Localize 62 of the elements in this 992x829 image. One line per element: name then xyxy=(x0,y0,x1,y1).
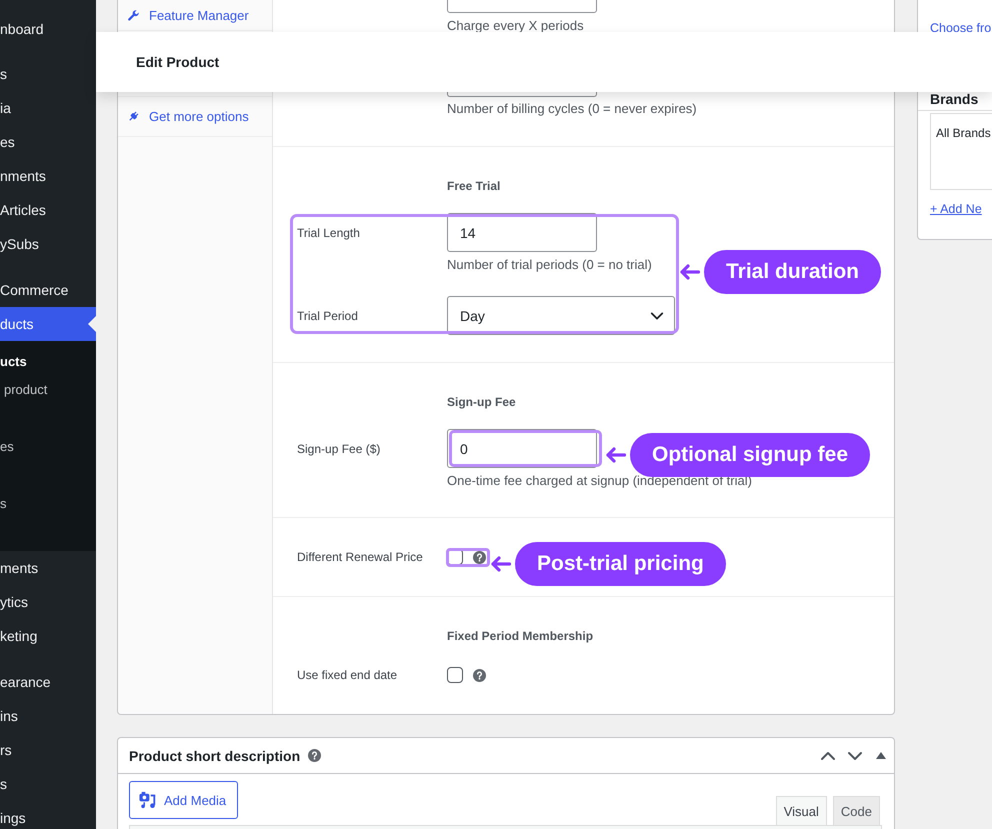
left-arrow-icon xyxy=(491,556,511,572)
callout-label: Post-trial pricing xyxy=(515,542,726,586)
triangle-up-icon[interactable] xyxy=(876,752,886,759)
submenu-item[interactable]: product xyxy=(0,376,96,404)
card-title: Product short description xyxy=(129,748,300,764)
help-icon xyxy=(308,749,322,762)
pointer-notch-icon xyxy=(88,316,96,332)
plug-icon xyxy=(128,111,139,122)
field-label: Different Renewal Price xyxy=(297,549,424,565)
field-label: Trial Period xyxy=(297,308,359,324)
submenu-item[interactable]: es xyxy=(0,433,96,461)
card-title: Brands xyxy=(930,91,978,107)
highlight-frame xyxy=(446,548,490,567)
menu-item[interactable]: ings xyxy=(0,801,96,829)
menu-item[interactable]: ins xyxy=(0,699,96,733)
menu-item[interactable]: nboard xyxy=(0,12,96,46)
help-icon xyxy=(473,550,486,564)
image-link[interactable]: Choose fro xyxy=(930,21,992,35)
field-label: Sign-up Fee ($) xyxy=(297,440,382,456)
menu-item[interactable]: ments xyxy=(0,551,96,585)
help-icon xyxy=(473,668,486,682)
help-text: Number of trial periods (0 = no trial) xyxy=(447,256,652,274)
menu-item[interactable]: es xyxy=(0,125,96,159)
menu-item[interactable]: ySubs xyxy=(0,227,96,261)
menu-item[interactable]: rs xyxy=(0,733,96,767)
help-text: Number of billing cycles (0 = never expires) xyxy=(447,100,698,118)
page-title: Edit Product xyxy=(136,54,220,70)
menu-item[interactable]: s xyxy=(0,57,96,91)
add-media-button[interactable]: Add Media xyxy=(129,781,238,819)
add-link[interactable]: + Add Ne xyxy=(930,200,982,218)
editor-tab[interactable]: Visual xyxy=(776,796,827,825)
checkbox[interactable] xyxy=(447,667,463,683)
menu-item[interactable]: ia xyxy=(0,91,96,125)
product-data-tab[interactable]: Get more options xyxy=(118,96,272,137)
product-data-tab[interactable]: Feature Manager xyxy=(118,0,272,31)
section-heading: Sign-up Fee xyxy=(447,394,517,410)
section-heading: Fixed Period Membership xyxy=(447,628,594,644)
text-field[interactable] xyxy=(447,92,597,97)
menu-item[interactable]: nments xyxy=(0,159,96,193)
menu-item[interactable]: earance xyxy=(0,665,96,699)
submenu-item[interactable]: s xyxy=(0,490,96,518)
callout-label: Trial duration xyxy=(704,250,882,294)
menu-item[interactable]: Commerce xyxy=(0,273,96,307)
select-field[interactable]: Day xyxy=(447,296,675,335)
callout-label: Optional signup fee xyxy=(630,433,870,477)
menu-item[interactable]: keting xyxy=(0,619,96,653)
field-label: Use fixed end date xyxy=(297,667,398,683)
list-item[interactable]: All Brands xyxy=(936,124,991,142)
media-icon xyxy=(139,791,157,809)
field-label: Trial Length xyxy=(297,224,361,240)
text-field[interactable]: 14 xyxy=(447,213,597,252)
help-text: Charge every X periods xyxy=(447,17,585,35)
menu-item[interactable]: ducts xyxy=(0,307,96,341)
editor-tab[interactable]: Code xyxy=(832,796,880,825)
submenu-item[interactable]: ucts xyxy=(0,348,96,376)
menu-item[interactable]: Articles xyxy=(0,193,96,227)
left-arrow-icon xyxy=(680,264,700,280)
menu-item[interactable]: ytics xyxy=(0,585,96,619)
wrench-icon xyxy=(128,10,139,20)
section-heading: Free Trial xyxy=(447,178,502,194)
menu-item[interactable]: s xyxy=(0,767,96,801)
left-arrow-icon xyxy=(606,447,626,463)
